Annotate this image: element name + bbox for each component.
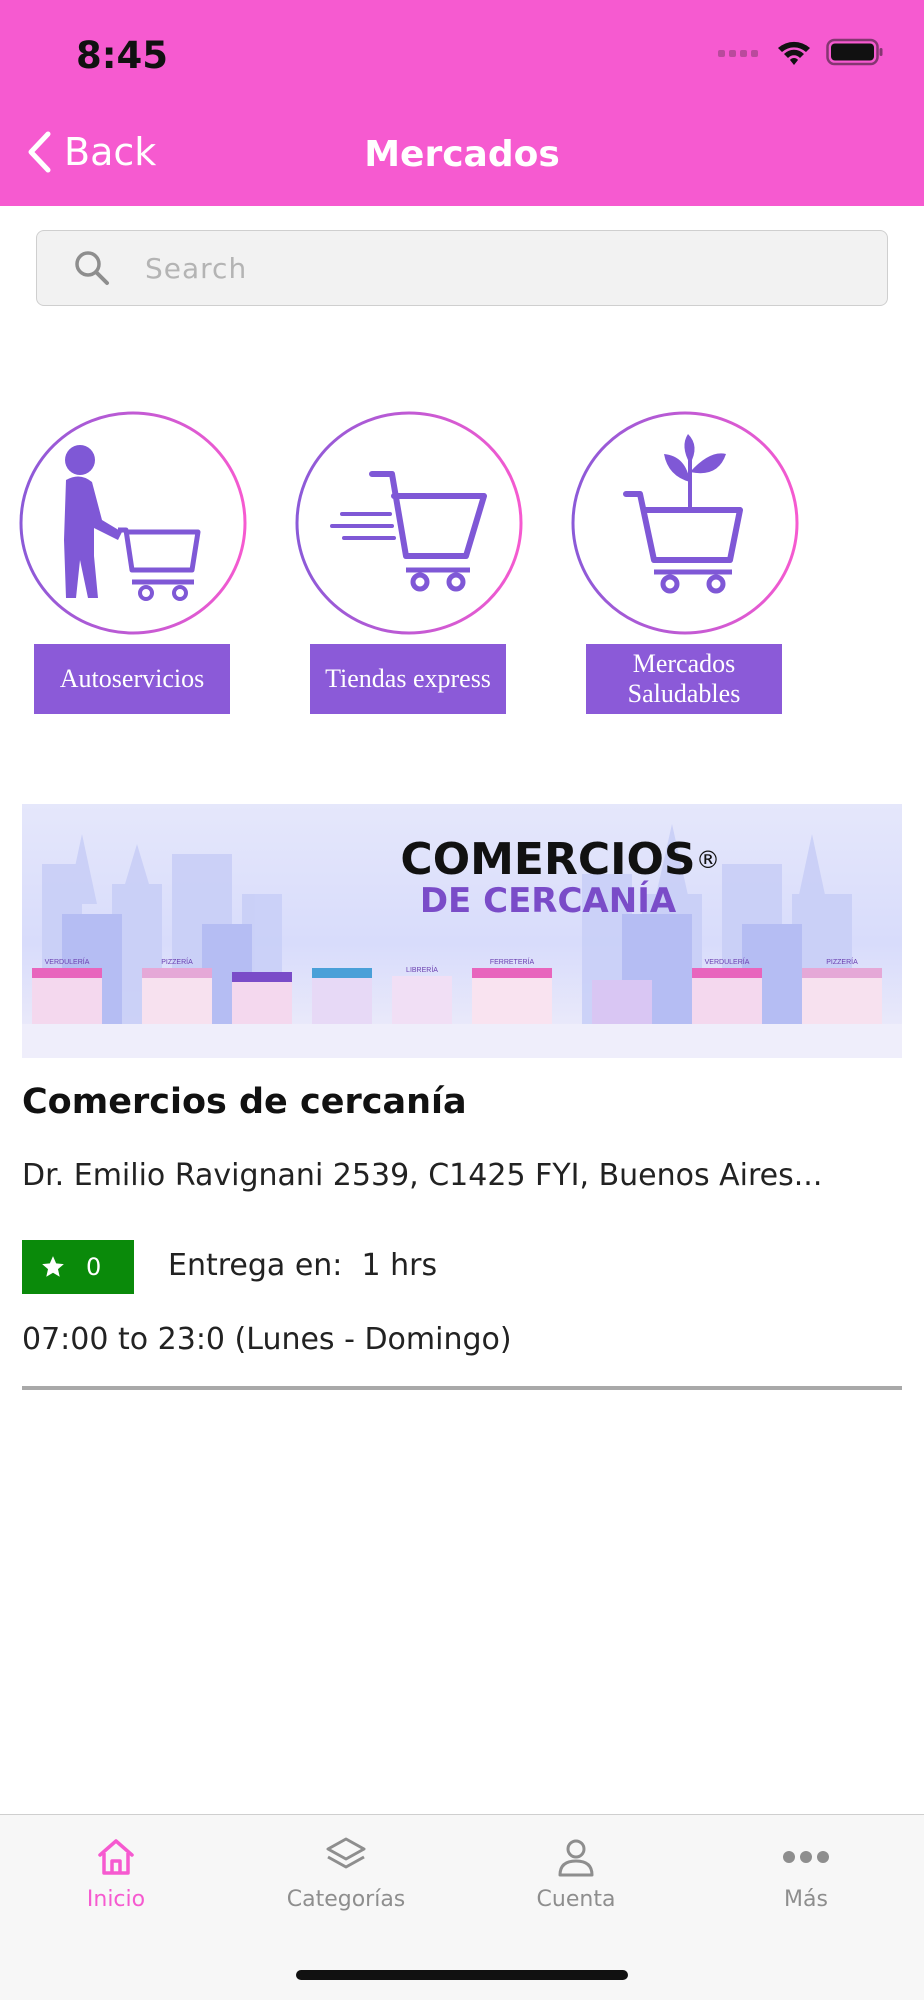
layers-icon bbox=[326, 1837, 366, 1869]
tab-categorias[interactable]: Categorías bbox=[246, 1835, 446, 1912]
wifi-icon bbox=[778, 41, 810, 65]
search-input[interactable] bbox=[145, 251, 845, 285]
tab-inicio[interactable]: Inicio bbox=[16, 1835, 216, 1912]
status-time: 8:45 bbox=[76, 34, 169, 77]
category-label: Autoservicios bbox=[34, 644, 230, 714]
header-bar: 8:45 Back Mercados bbox=[0, 0, 924, 206]
banner-title-line1: COMERCIOS bbox=[400, 834, 695, 885]
category-mercados-saludables[interactable]: Mercados Saludables bbox=[570, 410, 800, 714]
delivery-time: Entrega en: 1 hrs bbox=[168, 1248, 438, 1283]
category-tiendas-express[interactable]: Tiendas express bbox=[294, 410, 524, 714]
shop-sign: VERDULERÍA bbox=[705, 957, 750, 966]
shop-sign: PIZZERÍA bbox=[161, 957, 193, 966]
store-address: Dr. Emilio Ravignani 2539, C1425 FYI, Bu… bbox=[22, 1158, 823, 1193]
rating-value: 0 bbox=[86, 1253, 102, 1281]
store-banner[interactable]: VERDULERÍA PIZZERÍA LIBRERÍA FERRETERÍA … bbox=[22, 804, 902, 1058]
cart-with-plant-icon bbox=[571, 411, 799, 635]
registered-mark: ® bbox=[696, 846, 720, 874]
person-with-cart-icon bbox=[19, 411, 247, 635]
store-name[interactable]: Comercios de cercanía bbox=[22, 1082, 467, 1122]
status-icons bbox=[718, 38, 884, 66]
shop-sign: PIZZERÍA bbox=[826, 957, 858, 966]
tab-label: Más bbox=[784, 1887, 828, 1912]
cellular-signal-icon bbox=[718, 50, 758, 57]
home-icon bbox=[98, 1839, 134, 1875]
more-icon bbox=[783, 1851, 829, 1863]
banner-title-line2: DE CERCANÍA bbox=[420, 880, 677, 921]
shop-sign: VERDULERÍA bbox=[45, 957, 90, 966]
city-skyline-illustration: VERDULERÍA PIZZERÍA LIBRERÍA FERRETERÍA … bbox=[22, 824, 902, 1058]
shop-sign: LIBRERÍA bbox=[406, 965, 438, 974]
rating-badge: 0 bbox=[22, 1240, 134, 1294]
tab-label: Inicio bbox=[86, 1887, 146, 1912]
user-icon bbox=[558, 1839, 594, 1877]
search-bar[interactable] bbox=[36, 230, 888, 306]
tab-label: Categorías bbox=[286, 1887, 406, 1912]
page-title: Mercados bbox=[364, 134, 560, 175]
fast-cart-icon bbox=[295, 411, 523, 635]
category-autoservicios[interactable]: Autoservicios bbox=[18, 410, 248, 714]
home-indicator bbox=[296, 1970, 628, 1980]
tab-label: Cuenta bbox=[536, 1887, 616, 1912]
shop-sign: FERRETERÍA bbox=[490, 957, 535, 966]
search-icon bbox=[75, 251, 109, 285]
star-icon bbox=[42, 1256, 64, 1277]
category-label: Mercados Saludables bbox=[586, 644, 782, 714]
opening-hours: 07:00 to 23:0 (Lunes - Domingo) bbox=[22, 1322, 512, 1357]
tab-mas[interactable]: Más bbox=[706, 1835, 906, 1912]
battery-icon bbox=[826, 38, 883, 66]
divider bbox=[22, 1386, 902, 1390]
tab-cuenta[interactable]: Cuenta bbox=[476, 1835, 676, 1912]
category-label: Tiendas express bbox=[310, 644, 506, 714]
storefront-row bbox=[32, 968, 882, 1024]
